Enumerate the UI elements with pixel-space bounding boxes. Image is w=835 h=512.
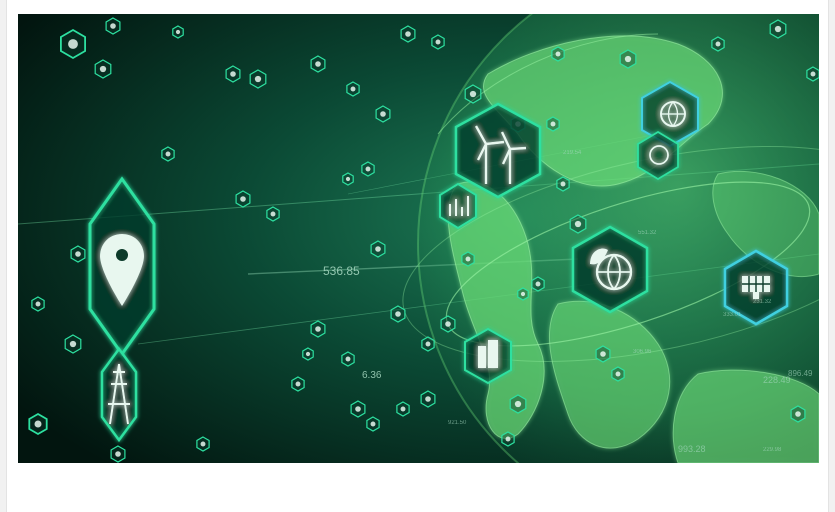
building-icon [464,327,512,385]
small-hex-glyph [615,371,621,377]
small-hex-glyph [560,181,566,187]
small-hex-glyph [175,29,181,35]
small-hex-glyph [355,406,361,412]
hero-image: 536.85 6.36 228.49 231.32 896.49 993.28 219.54… [18,14,819,463]
small-hex-glyph [425,396,431,402]
small-hex-glyph [465,256,471,262]
chart-icon [439,182,477,230]
small-hex-glyph [165,151,171,157]
small-hex-glyph [445,321,451,327]
small-hex-glyph [469,90,477,98]
small-hex-glyph [405,31,411,37]
small-hex-glyph [315,61,321,67]
numeric-label: 228.49 [763,375,791,385]
small-hex-glyph [99,65,107,73]
small-hex-glyph [370,421,376,427]
small-hex-glyph [520,291,526,297]
small-hex-glyph [795,411,801,417]
numeric-label: 921.50 [448,420,467,426]
numeric-label: 6.36 [362,370,382,381]
small-hex-glyph [35,301,41,307]
small-hex-glyph [110,23,116,29]
small-hex-glyph [550,121,556,127]
small-hex-glyph [115,451,121,457]
small-hex-glyph [715,41,721,47]
small-hex-glyph [505,436,511,442]
small-hex-glyph [810,71,816,77]
small-hex-glyph [240,196,246,202]
small-hex-glyph [270,211,276,217]
small-hex-glyph [68,39,78,49]
small-hex-glyph [380,111,386,117]
small-hex-glyph [774,25,782,33]
numeric-label: 993.28 [678,444,706,454]
numeric-label: 229.98 [763,447,782,453]
small-hex-glyph [365,166,371,172]
numeric-label: 231.32 [753,299,772,305]
small-hex-glyph [535,281,541,287]
numeric-label: 333.01 [723,312,742,318]
small-hex-glyph [600,351,606,357]
small-hex-glyph [345,356,351,362]
small-hex-glyph [400,406,406,412]
numeric-label: 551.32 [638,230,657,236]
small-hex-glyph [230,71,236,77]
small-hex-glyph [624,55,632,63]
small-hex-glyph [200,441,206,447]
small-hex-glyph [514,400,522,408]
small-hex-glyph [69,340,77,348]
small-hex-glyph [555,51,561,57]
numeric-label: 896.49 [788,369,813,378]
small-hex-glyph [395,311,401,317]
small-hex-glyph [254,75,262,83]
numeric-label: 219.54 [563,150,582,156]
small-hex-glyph [425,341,431,347]
small-hex-glyph [34,420,42,428]
small-hex-glyph [295,381,301,387]
small-hex-glyph [375,246,381,252]
small-hex-glyph [75,251,81,257]
small-hex-glyph [350,86,356,92]
small-hex-glyph [315,326,321,332]
small-hex-glyph [435,39,441,45]
small-hex-glyph [574,220,582,228]
small-hex-glyph [305,351,311,357]
numeric-label: 306.96 [633,349,652,355]
small-hex-glyph [345,176,351,182]
numeric-label: 536.85 [323,264,360,278]
